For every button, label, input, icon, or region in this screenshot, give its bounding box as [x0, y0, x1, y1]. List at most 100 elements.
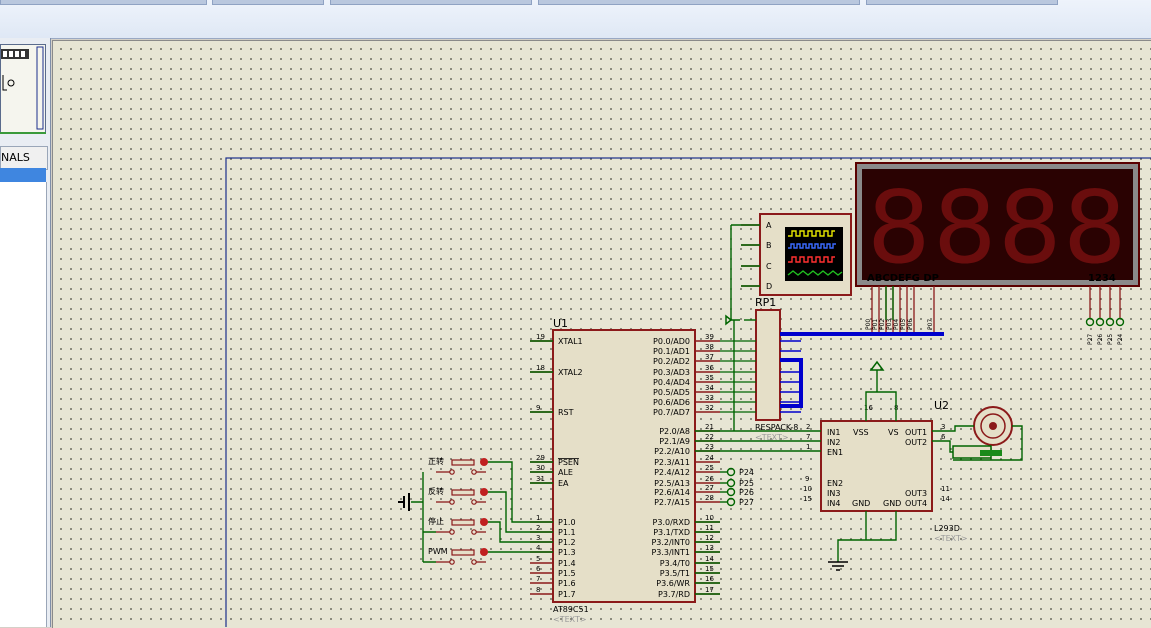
terminal-circle[interactable]	[726, 478, 736, 488]
display-digit: 8	[1063, 169, 1127, 286]
terminal-label: P24	[739, 468, 754, 477]
u1-pin-name: P1.5	[558, 569, 576, 578]
u1-pin-name: P2.6/A14	[654, 488, 690, 497]
u1-pin-name: P0.3/AD3	[653, 368, 690, 377]
u1-pin-number: 33	[705, 394, 714, 402]
u1-pin-name: P1.6	[558, 579, 576, 588]
oscilloscope[interactable]	[759, 213, 852, 296]
push-button-label: 正转	[428, 456, 444, 466]
display-digit: 8	[998, 169, 1062, 286]
u1-pin-number: 22	[705, 433, 714, 441]
u2-in3: IN3	[827, 489, 840, 498]
u1-pin-name: P0.0/AD0	[653, 337, 690, 346]
u1-part: AT89C51	[553, 605, 589, 614]
segment-pin-label: P02	[879, 319, 886, 330]
u1-pin-name: P2.3/A11	[654, 458, 690, 467]
u1-ref: U1	[553, 317, 568, 330]
u1-right-pins: 39 P0.0/AD0 38 P0.1/AD1 37 P0.2/AD2 36 P0.3/AD3…	[651, 333, 720, 599]
u1-pin-number: 21	[705, 423, 714, 431]
u1-pin-number: 13	[705, 544, 714, 552]
scope-channel-label: D	[766, 282, 772, 291]
u1-pin-name: P3.3/INT1	[651, 548, 690, 557]
u1-pin-name: ALE	[558, 468, 573, 477]
terminal-circle[interactable]	[726, 487, 736, 497]
motor-driver-u2[interactable]: U2 L293D <TEXT> IN1 IN2 EN1 EN2 IN3 IN4 …	[803, 399, 968, 543]
push-button[interactable]: 停止	[428, 516, 488, 535]
data-bus	[780, 332, 944, 408]
u1-pin-number: 25	[705, 464, 714, 472]
digit-pin-label: P26	[1097, 334, 1104, 345]
u2-pin-out4: 14	[941, 495, 950, 503]
digit-pin-label: P25	[1107, 334, 1114, 345]
segment-pin-label: P07	[927, 319, 934, 330]
u2-vs: VS	[888, 428, 899, 437]
u1-pin-name: P0.5/AD5	[653, 388, 690, 397]
p2-terminals: P24 P25P26P27	[720, 467, 754, 507]
battery-symbol	[398, 493, 410, 511]
digit-pin-label: P27	[1087, 334, 1094, 345]
push-button-label: 停止	[428, 516, 444, 526]
terminal-circle[interactable]	[726, 467, 736, 477]
u1-pin-number: 17	[705, 586, 714, 594]
u1-pin-number: 26	[705, 475, 714, 483]
segment-pin-label: P06	[907, 319, 914, 330]
u1-pin-name: P0.1/AD1	[653, 347, 690, 356]
u1-pin-name: P1.0	[558, 518, 576, 527]
scope-channel-label: A	[766, 221, 772, 230]
u1-pin-name: P3.7/RD	[658, 590, 690, 599]
seven-segment-display[interactable]: 8888 ABCDEFG DP 1234	[855, 162, 1140, 287]
u1-pin-name: P3.6/WR	[656, 579, 690, 588]
u1-pin-name: P1.3	[558, 548, 576, 557]
u1-pin-name: P2.0/A8	[659, 427, 690, 436]
segment-pin-label: P01	[872, 319, 879, 330]
u1-pin-number: 35	[705, 374, 714, 382]
u1-pin-number: 6	[536, 565, 541, 573]
digit-terminal[interactable]	[1085, 317, 1095, 327]
u2-pin-out2: 6	[941, 433, 946, 441]
push-button-label: 反转	[428, 486, 444, 496]
ground-symbol	[828, 561, 848, 571]
u1-pin-number: 9	[536, 404, 540, 412]
push-button[interactable]: 反转	[428, 486, 488, 505]
u1-pin-name: P0.7/AD7	[653, 408, 690, 417]
dc-motor[interactable]	[952, 406, 1013, 459]
u2-gnd1: GND	[852, 499, 870, 508]
u1-pin-name: P2.5/A13	[654, 479, 690, 488]
u1-pin-number: 5	[536, 555, 540, 563]
push-buttons[interactable]: 正转反转停止 PWM	[428, 456, 488, 565]
digit-terminal[interactable]	[1105, 317, 1115, 327]
u2-en2: EN2	[827, 479, 843, 488]
u1-pin-name: P3.4/T0	[660, 559, 690, 568]
segment-pins: P00 P01 P02 P03 P04 P05 P06 P07	[865, 286, 935, 334]
push-button[interactable]: 正转	[428, 456, 488, 475]
terminal-circle[interactable]	[726, 497, 736, 507]
u1-pin-number: 1	[536, 514, 540, 522]
u1-pin-name: RST	[558, 408, 574, 417]
u1-pin-name: PSEN	[558, 458, 579, 467]
u1-pin-number: 30	[536, 464, 545, 472]
u2-gnd2: GND	[883, 499, 901, 508]
u1-pin-name: P3.0/RXD	[653, 518, 690, 527]
u1-pin-name: P3.2/INT0	[651, 538, 690, 547]
u2-part: L293D	[934, 524, 960, 533]
u1-pin-number: 14	[705, 555, 714, 563]
u1-pin-name: P0.6/AD6	[653, 398, 690, 407]
digit-pin-label: P24	[1117, 334, 1124, 345]
resistor-pack[interactable]: RP1 RESPACK-8 <TEXT>	[755, 296, 798, 442]
digit-terminal[interactable]	[1095, 317, 1105, 327]
push-button[interactable]: PWM	[428, 547, 488, 565]
u2-pin-in3: 10	[803, 485, 812, 493]
u2-en1: EN1	[827, 448, 843, 457]
power-arrow	[725, 314, 885, 371]
u2-pin-out1: 3	[941, 423, 945, 431]
u1-pin-name: EA	[558, 479, 569, 488]
u1-pin-name: XTAL1	[558, 337, 583, 346]
segment-pin-label: P03	[886, 319, 893, 330]
u2-in2: IN2	[827, 438, 840, 447]
u1-pin-number: 28	[705, 494, 714, 502]
schematic-drawing[interactable]: 8888 ABCDEFG DP 1234 P00 P01 P02 P03 P04 P05 P…	[0, 0, 1151, 627]
u2-vss: VSS	[853, 428, 869, 437]
digit-terminal[interactable]	[1115, 317, 1125, 327]
u1-pin-number: 32	[705, 404, 714, 412]
u1-pin-name: P1.2	[558, 538, 576, 547]
